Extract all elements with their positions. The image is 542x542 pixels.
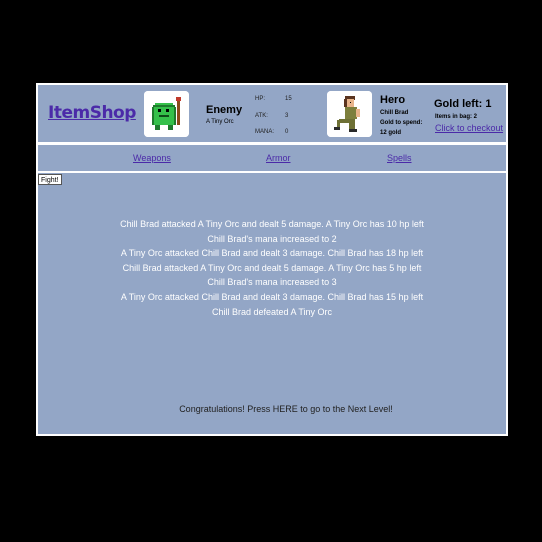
- fight-button[interactable]: Fight!: [38, 174, 62, 185]
- gold-left: Gold left: 1: [434, 98, 492, 110]
- battle-panel: Fight! Chill Brad attacked A Tiny Orc an…: [38, 173, 506, 434]
- enemy-title: Enemy: [206, 104, 243, 116]
- enemy-hp-label: HP:: [255, 96, 266, 102]
- battle-log: Chill Brad attacked A Tiny Orc and dealt…: [38, 217, 506, 319]
- orc-sprite-icon: [144, 91, 189, 137]
- gold-to-spend-amount: 12 gold: [380, 130, 402, 136]
- log-line: A Tiny Orc attacked Chill Brad and dealt…: [120, 248, 424, 259]
- gold-to-spend-label: Gold to spend:: [380, 120, 423, 126]
- log-line: Chill Brad attacked A Tiny Orc and dealt…: [120, 219, 424, 229]
- log-line: Chill Brad's mana increased to 3: [207, 277, 337, 288]
- enemy-hp-value: 15: [285, 96, 292, 102]
- header-panel: ItemShop Enemy A Tiny Orc HP: 15 ATK: 3 …: [38, 85, 506, 142]
- next-level-link[interactable]: Congratulations! Press HERE to go to the…: [38, 404, 534, 414]
- log-line: Chill Brad defeated A Tiny Orc: [211, 306, 333, 317]
- hero-title: Hero: [380, 94, 406, 106]
- enemy-mana-value: 0: [285, 129, 289, 135]
- log-line: Chill Brad's mana increased to 2: [207, 233, 337, 244]
- log-line: Chill Brad attacked A Tiny Orc and dealt…: [122, 262, 422, 273]
- checkout-link[interactable]: Click to checkout: [435, 123, 503, 133]
- shop-nav: Weapons Armor Spells: [38, 145, 506, 171]
- hero-name: Chill Brad: [380, 110, 409, 116]
- items-in-bag: Items in bag: 2: [435, 114, 478, 120]
- hero-sprite-icon: [327, 91, 372, 137]
- enemy-atk-value: 3: [285, 113, 289, 119]
- nav-weapons-link[interactable]: Weapons: [133, 153, 171, 163]
- enemy-atk-label: ATK:: [255, 113, 268, 119]
- itemshop-logo[interactable]: ItemShop: [48, 103, 136, 123]
- game-frame: ItemShop Enemy A Tiny Orc HP: 15 ATK: 3 …: [36, 83, 508, 436]
- log-line: A Tiny Orc attacked Chill Brad and dealt…: [120, 291, 424, 302]
- nav-spells-link[interactable]: Spells: [387, 153, 412, 163]
- enemy-name: A Tiny Orc: [206, 119, 234, 125]
- enemy-mana-label: MANA:: [255, 129, 275, 135]
- nav-armor-link[interactable]: Armor: [266, 153, 291, 163]
